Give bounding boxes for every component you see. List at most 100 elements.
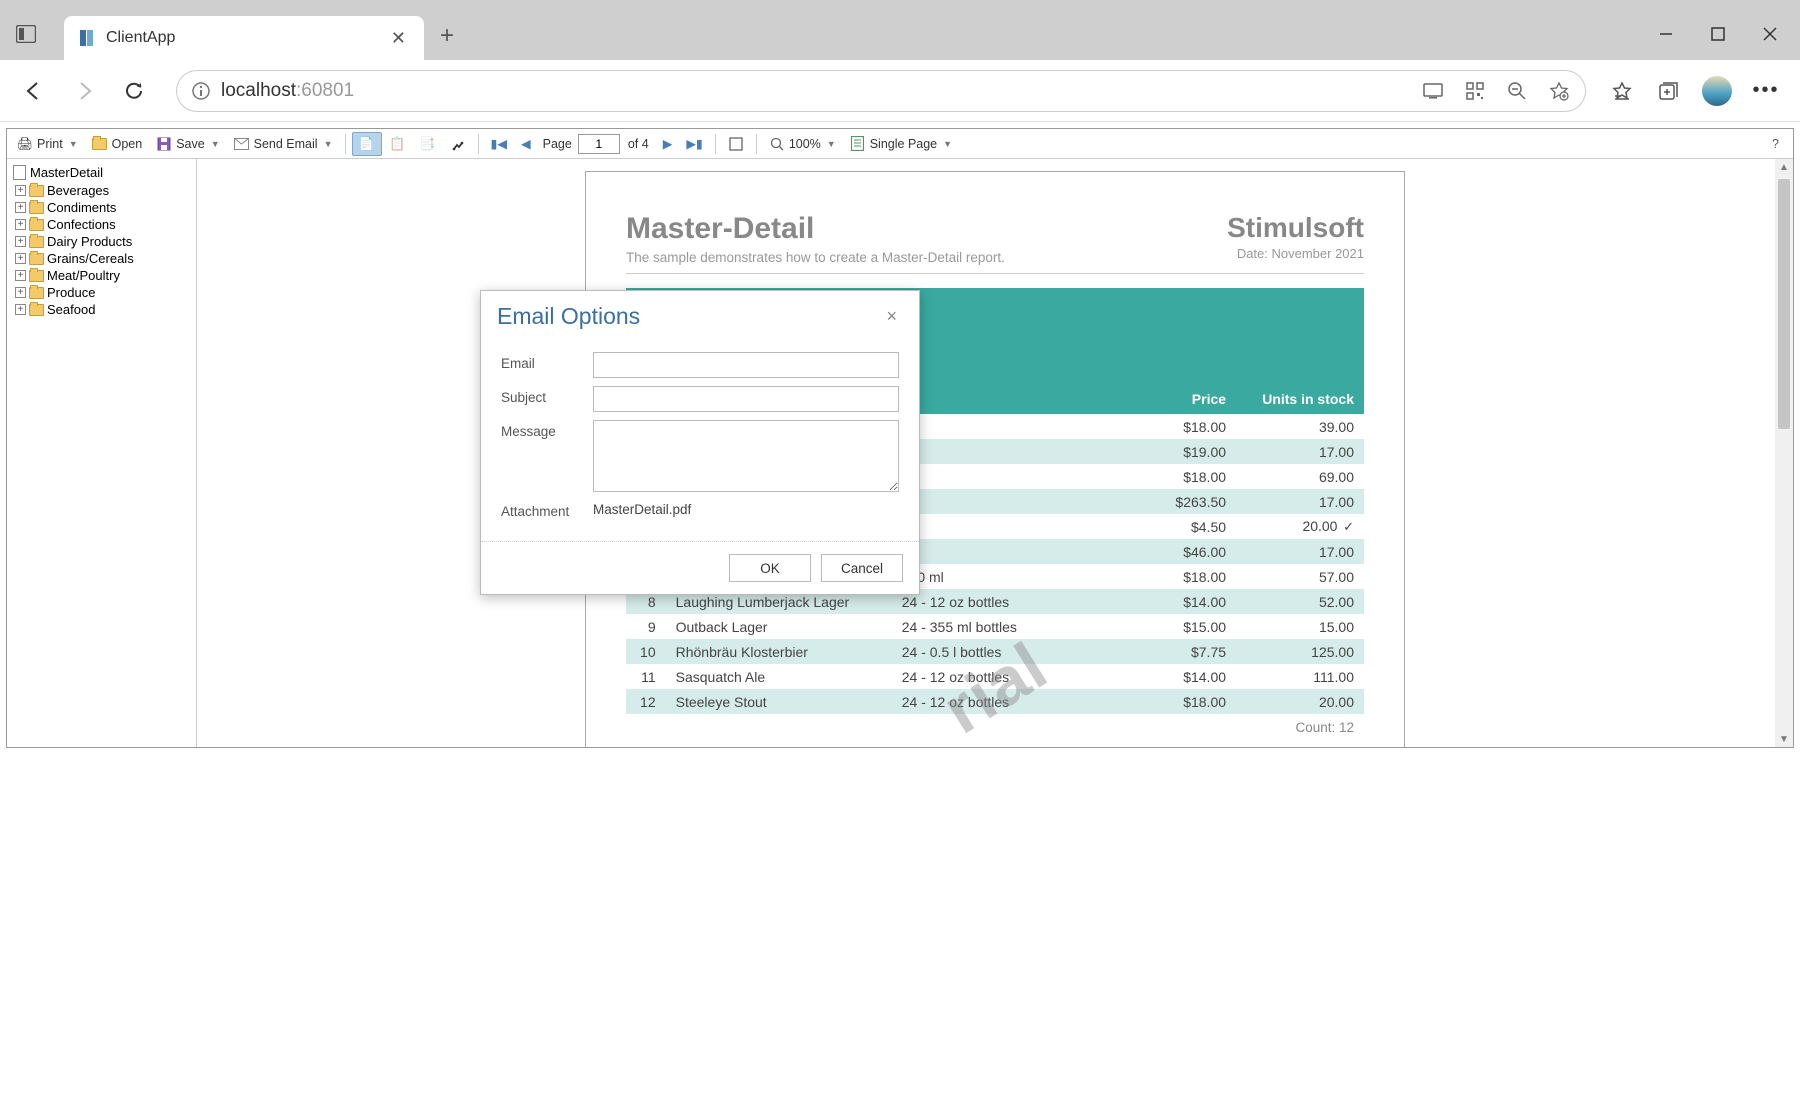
- expand-icon[interactable]: +: [15, 253, 26, 264]
- save-button[interactable]: Save▼: [150, 132, 225, 156]
- more-icon[interactable]: •••: [1754, 79, 1778, 103]
- open-button[interactable]: Open: [86, 132, 149, 156]
- browser-tab[interactable]: ClientApp ✕: [64, 16, 424, 60]
- tree-item[interactable]: +Meat/Poultry: [11, 267, 192, 284]
- folder-icon: [29, 287, 44, 299]
- dialog-title: Email Options: [497, 303, 640, 330]
- zoom-icon: [769, 136, 785, 152]
- find-icon: [450, 136, 466, 152]
- tab-actions-icon[interactable]: [8, 16, 44, 52]
- parameters-button[interactable]: 📋: [384, 132, 412, 156]
- site-info-icon[interactable]: [191, 81, 211, 101]
- zoom-out-icon[interactable]: [1505, 79, 1529, 103]
- tree-item[interactable]: +Beverages: [11, 182, 192, 199]
- attachment-value: MasterDetail.pdf: [593, 500, 691, 517]
- page-label: Page: [543, 137, 572, 151]
- forward-button[interactable]: [66, 73, 102, 109]
- scroll-thumb[interactable]: [1778, 179, 1790, 429]
- ok-button[interactable]: OK: [729, 554, 811, 582]
- tree-item[interactable]: +Produce: [11, 284, 192, 301]
- folder-icon: [29, 270, 44, 282]
- expand-icon[interactable]: +: [15, 270, 26, 281]
- email-options-dialog: Email Options × Email Subject Message At…: [480, 290, 920, 595]
- tree-item[interactable]: +Seafood: [11, 301, 192, 318]
- screencast-icon[interactable]: [1421, 79, 1445, 103]
- table-row: 10Rhönbräu Klosterbier24 - 0.5 l bottles…: [626, 639, 1364, 664]
- browser-titlebar: ClientApp ✕ +: [0, 0, 1800, 60]
- tab-close-icon[interactable]: ✕: [387, 24, 410, 53]
- url-bar[interactable]: localhost:60801: [176, 70, 1586, 112]
- tree-item[interactable]: +Confections: [11, 216, 192, 233]
- expand-icon[interactable]: +: [15, 287, 26, 298]
- expand-icon[interactable]: +: [15, 236, 26, 247]
- expand-icon[interactable]: +: [15, 202, 26, 213]
- message-input[interactable]: [593, 420, 899, 492]
- find-button[interactable]: [444, 132, 472, 156]
- expand-icon[interactable]: +: [15, 185, 26, 196]
- close-window-button[interactable]: [1758, 22, 1782, 46]
- email-input[interactable]: [593, 352, 899, 378]
- report-date: Date: November 2021: [1227, 246, 1364, 261]
- email-icon: [234, 136, 250, 152]
- favorites-icon[interactable]: [1610, 79, 1634, 103]
- scroll-down-icon[interactable]: ▼: [1776, 731, 1792, 747]
- folder-icon: [29, 219, 44, 231]
- folder-icon: [29, 253, 44, 265]
- prev-page-button[interactable]: ◀: [515, 132, 537, 156]
- add-favorite-icon[interactable]: [1547, 79, 1571, 103]
- refresh-button[interactable]: [116, 73, 152, 109]
- cancel-button[interactable]: Cancel: [821, 554, 903, 582]
- qr-icon[interactable]: [1463, 79, 1487, 103]
- scroll-up-icon[interactable]: ▲: [1776, 159, 1792, 175]
- count-label: Count: 12: [626, 714, 1364, 735]
- table-row: 12Steeleye Stout24 - 12 oz bottles$18.00…: [626, 689, 1364, 714]
- last-page-button[interactable]: ▶▮: [680, 132, 709, 156]
- back-button[interactable]: [16, 73, 52, 109]
- bookmark-tree: MasterDetail +Beverages+Condiments+Confe…: [7, 159, 197, 747]
- tree-item[interactable]: +Dairy Products: [11, 233, 192, 250]
- first-page-button[interactable]: ▮◀: [485, 132, 514, 156]
- viewer-toolbar: 🖨Print▼ Open Save▼ Send Email▼ 📄 📋 📑 ▮◀ …: [7, 129, 1793, 159]
- print-button[interactable]: 🖨Print▼: [11, 132, 84, 156]
- page-input[interactable]: [578, 134, 620, 154]
- doc-icon: [13, 165, 26, 180]
- subject-label: Subject: [501, 386, 593, 405]
- send-email-button[interactable]: Send Email▼: [228, 132, 339, 156]
- expand-icon[interactable]: +: [15, 304, 26, 315]
- url-text: localhost:60801: [221, 80, 354, 102]
- subject-input[interactable]: [593, 386, 899, 412]
- report-area: Master-Detail The sample demonstrates ho…: [197, 159, 1793, 747]
- next-page-button[interactable]: ▶: [657, 132, 679, 156]
- addr-bar: localhost:60801 •••: [0, 60, 1800, 122]
- folder-icon: [29, 202, 44, 214]
- report-title: Master-Detail: [626, 212, 1005, 246]
- profile-avatar[interactable]: [1702, 76, 1732, 106]
- expand-icon[interactable]: +: [15, 219, 26, 230]
- folder-icon: [29, 236, 44, 248]
- tree-item[interactable]: +Grains/Cereals: [11, 250, 192, 267]
- table-row: 11Sasquatch Ale24 - 12 oz bottles$14.001…: [626, 664, 1364, 689]
- page-of: of 4: [628, 137, 649, 151]
- tree-root[interactable]: MasterDetail: [11, 163, 192, 182]
- report-subtitle: The sample demonstrates how to create a …: [626, 250, 1005, 265]
- help-button[interactable]: ?: [1762, 137, 1789, 151]
- favicon-icon: [78, 29, 96, 47]
- tab-title: ClientApp: [106, 29, 175, 47]
- resources-button[interactable]: 📑: [414, 132, 442, 156]
- folder-icon: [29, 304, 44, 316]
- dialog-close-icon[interactable]: ×: [880, 304, 903, 329]
- minimize-button[interactable]: [1654, 22, 1678, 46]
- open-icon: [92, 136, 108, 152]
- new-tab-button[interactable]: +: [428, 12, 466, 60]
- zoom-button[interactable]: 100%▼: [763, 132, 842, 156]
- tree-item[interactable]: +Condiments: [11, 199, 192, 216]
- vertical-scrollbar[interactable]: ▲ ▼: [1775, 159, 1793, 747]
- fullscreen-button[interactable]: [722, 132, 750, 156]
- view-mode-button[interactable]: Single Page▼: [844, 132, 958, 156]
- maximize-button[interactable]: [1706, 22, 1730, 46]
- brand-label: Stimulsoft: [1227, 212, 1364, 244]
- message-label: Message: [501, 420, 593, 439]
- attachment-label: Attachment: [501, 500, 593, 519]
- collections-icon[interactable]: [1656, 79, 1680, 103]
- bookmarks-panel-button[interactable]: 📄: [352, 132, 382, 156]
